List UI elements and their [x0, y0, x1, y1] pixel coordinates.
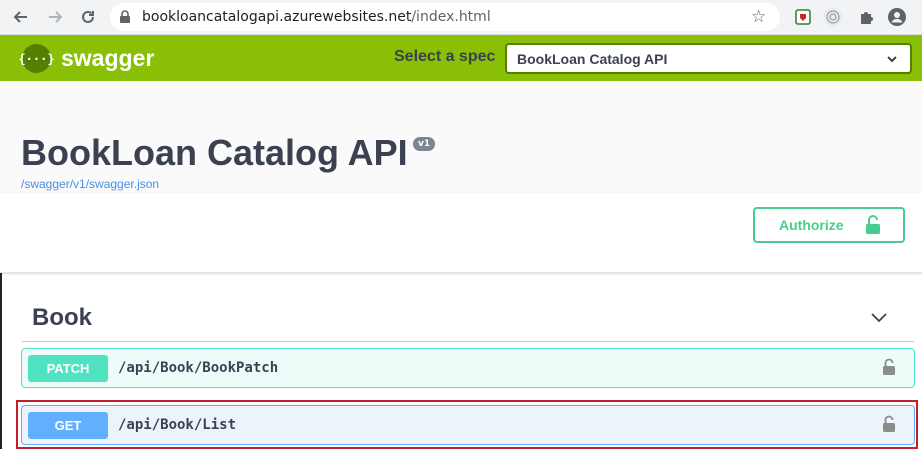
method-badge-patch: PATCH — [28, 355, 108, 382]
swagger-logo-icon[interactable]: {···} — [18, 44, 55, 73]
address-bar[interactable]: bookloancatalogapi.azurewebsites.net/ind… — [110, 3, 780, 31]
spec-select-dropdown[interactable]: BookLoan Catalog API — [505, 43, 912, 74]
extension-target-icon[interactable] — [823, 7, 843, 27]
swagger-json-link[interactable]: /swagger/v1/swagger.json — [21, 177, 159, 191]
swagger-topbar: {···} swagger Select a spec BookLoan Cat… — [0, 35, 922, 81]
authorize-button[interactable]: Authorize — [753, 207, 905, 243]
browser-toolbar: bookloancatalogapi.azurewebsites.net/ind… — [0, 0, 922, 35]
swagger-logo-text[interactable]: swagger — [61, 45, 154, 72]
tag-section-book[interactable]: Book — [22, 293, 914, 342]
url-path: /index.html — [411, 9, 491, 25]
version-badge: v1 — [413, 137, 436, 151]
spec-select-label: Select a spec — [394, 48, 496, 65]
api-title: BookLoan Catalog API — [21, 132, 408, 173]
forward-arrow-icon[interactable] — [44, 6, 66, 28]
tag-name: Book — [32, 304, 92, 331]
api-info: BookLoan Catalog API v1 /swagger/v1/swag… — [0, 81, 922, 193]
secure-lock-icon — [120, 10, 130, 23]
url-host: bookloancatalogapi.azurewebsites.net — [142, 9, 412, 25]
scheme-container: Authorize — [0, 193, 922, 273]
unlocked-icon[interactable] — [882, 358, 896, 376]
back-arrow-icon[interactable] — [10, 6, 32, 28]
unlocked-icon — [866, 215, 880, 234]
spec-select-value: BookLoan Catalog API — [517, 50, 668, 67]
chevron-down-icon — [887, 56, 897, 63]
extensions-puzzle-icon[interactable] — [857, 7, 877, 27]
bookmark-star-icon[interactable]: ☆ — [751, 7, 766, 27]
operation-patch-bookpatch[interactable]: PATCH /api/Book/BookPatch — [21, 348, 915, 388]
chevron-down-icon[interactable] — [870, 308, 888, 326]
profile-avatar-icon[interactable] — [887, 7, 907, 27]
highlight-box — [16, 400, 918, 449]
reload-icon[interactable] — [77, 6, 99, 28]
authorize-label: Authorize — [779, 217, 844, 233]
extension-shield-icon[interactable] — [793, 7, 813, 27]
operation-path: /api/Book/BookPatch — [118, 360, 279, 376]
